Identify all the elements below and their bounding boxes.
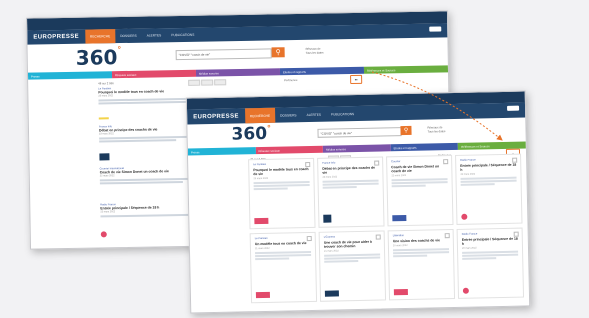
select-checkbox[interactable] [444, 233, 450, 239]
card-title[interactable]: Pourquoi le modèle tous en coach de vie [253, 167, 309, 176]
nav-publications[interactable]: PUBLICATIONS [166, 28, 199, 43]
search-button[interactable]: ⚲ [271, 47, 285, 58]
card-source: Le Parisien [253, 162, 267, 167]
search-icon: ⚲ [403, 127, 409, 135]
highlight-mark [98, 116, 109, 119]
select-checkbox[interactable] [375, 234, 381, 240]
card-date: 23 mars 2022 [253, 176, 269, 181]
nav-publications[interactable]: PUBLICATIONS [326, 106, 359, 122]
select-checkbox[interactable] [306, 235, 312, 242]
user-area[interactable] [507, 105, 520, 111]
result-card[interactable]: Le Parisien Un modèle tous en coach de v… [249, 231, 318, 304]
source-logo [324, 290, 339, 297]
source-logo [461, 213, 468, 220]
sort-select[interactable]: Pertinence [284, 78, 297, 82]
select-checkbox[interactable] [305, 161, 311, 168]
nav-alertes[interactable]: ALERTES [301, 107, 326, 123]
nav-dossiers[interactable]: DOSSIERS [115, 29, 142, 43]
europresse-logo[interactable]: EUROPRESSE [27, 34, 85, 41]
search-option[interactable]: Tous les dates [306, 51, 324, 55]
search-button[interactable]: ⚲ [400, 125, 412, 136]
card-source: Le Parisien [254, 236, 268, 241]
card-title[interactable]: Une coach de vie pour aider à trouver so… [324, 240, 380, 249]
nav-recherche[interactable]: RECHERCHE [84, 29, 116, 44]
card-title[interactable]: Entrée principale / Séquence de 18 h [460, 163, 516, 172]
results-grid: Le Parisien Pourquoi le modèle tous en c… [248, 153, 525, 304]
card-source: Libération [392, 234, 405, 238]
card-date: 21 mars 2022 [254, 246, 270, 251]
select-checkbox[interactable] [512, 157, 518, 163]
source-logo [100, 231, 107, 238]
source-logo [393, 288, 408, 296]
product-logo: 360° [75, 45, 122, 70]
card-title[interactable]: Entrée principale / Séquence de 18 h [462, 237, 518, 246]
card-date: 20 mars 2022 [392, 243, 408, 248]
toolbar-button[interactable] [214, 79, 227, 86]
grid-view-icon: ▪▪ [354, 76, 358, 82]
search-options[interactable]: Réseaux de Tous les dates [306, 47, 324, 55]
nav-dossiers[interactable]: DOSSIERS [275, 107, 302, 123]
card-source: L'Express [323, 235, 336, 239]
card-source: Radio France [461, 232, 478, 236]
card-date: 22 mars 2022 [391, 173, 407, 178]
source-logo [255, 291, 270, 299]
search-input[interactable]: "COVID" "coach de vie" [317, 127, 402, 138]
result-card[interactable]: Radio France Entrée principale / Séquenc… [456, 227, 525, 299]
card-source: France Info [322, 161, 336, 165]
grid-view-toggle[interactable]: ▪▪ [350, 74, 363, 85]
search-option[interactable]: Tous les dates [427, 129, 445, 133]
user-button[interactable] [429, 26, 442, 32]
result-card[interactable]: Le Parisien Pourquoi le modèle tous en c… [248, 157, 316, 230]
source-logo [392, 214, 407, 222]
nav-recherche[interactable]: RECHERCHE [244, 107, 276, 124]
card-title[interactable]: Débat en principe des coachs de vie [322, 166, 378, 175]
nav-alertes[interactable]: ALERTES [142, 28, 167, 42]
source-logo [462, 287, 469, 294]
source-logo [99, 153, 110, 161]
search-icon: ⚲ [275, 49, 281, 57]
result-card[interactable]: Libération Une vision des coachs de vie … [387, 229, 456, 301]
user-area[interactable] [429, 26, 442, 32]
card-date: 22 mars 2022 [460, 172, 476, 176]
europresse-logo[interactable]: EUROPRESSE [187, 113, 245, 120]
result-card[interactable]: Courrier Coach de vie Simon Donet un coa… [386, 155, 454, 227]
results-count: 48 sur 2 596 [98, 81, 114, 86]
card-date: 20 mars 2022 [461, 246, 477, 250]
card-source: Radio France [460, 158, 476, 162]
search-options[interactable]: Réseaux de Tous les dates [427, 125, 445, 133]
card-date: 23 mars 2022 [322, 175, 338, 179]
select-checkbox[interactable] [443, 159, 449, 165]
product-logo: 360° [231, 123, 272, 145]
card-title[interactable]: Coach de vie Simon Donet un coach de vie [391, 164, 447, 173]
user-button[interactable] [507, 105, 520, 111]
result-card[interactable]: France Info Débat en principe des coachs… [317, 156, 385, 228]
source-logo [323, 214, 332, 223]
result-card[interactable]: Radio France Entrée principale / Séquenc… [455, 153, 523, 225]
card-date: 21 mars 2022 [323, 249, 339, 253]
result-card[interactable]: L'Express Une coach de vie pour aider à … [318, 230, 387, 302]
card-source: Courrier [391, 160, 401, 164]
search-input[interactable]: "COVID" "coach de vie" [175, 48, 272, 61]
select-checkbox[interactable] [513, 231, 519, 237]
source-logo [254, 217, 269, 225]
select-checkbox[interactable] [374, 160, 380, 166]
grid-view-screenshot: EUROPRESSE RECHERCHE DOSSIERS ALERTES PU… [185, 90, 531, 314]
